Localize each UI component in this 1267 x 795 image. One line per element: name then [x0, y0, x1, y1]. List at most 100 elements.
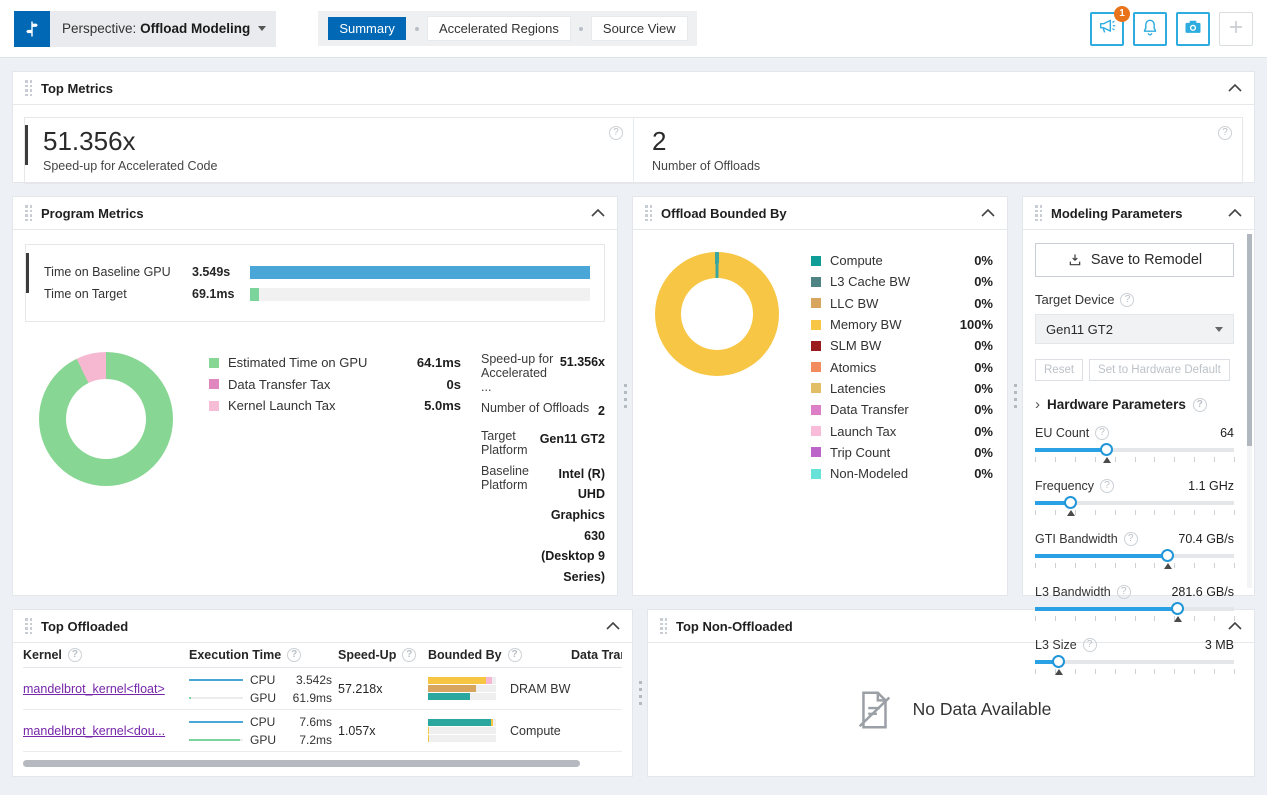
snapshot-button[interactable] — [1176, 12, 1210, 46]
tab-summary[interactable]: Summary — [328, 17, 406, 40]
panel-resize-handle[interactable] — [1014, 384, 1017, 408]
scrollbar-thumb[interactable] — [1247, 234, 1252, 446]
tab-accelerated-regions[interactable]: Accelerated Regions — [428, 17, 570, 40]
help-icon[interactable]: ? — [1218, 126, 1232, 140]
dashboard: Top Metrics 51.356xSpeed-up for Accelera… — [0, 58, 1267, 777]
drag-handle-icon[interactable] — [25, 618, 32, 634]
tick-mark — [1035, 457, 1036, 462]
target-device-select[interactable]: Gen11 GT2 — [1035, 314, 1234, 344]
panel-title: Modeling Parameters — [1051, 206, 1183, 221]
collapse-button[interactable] — [591, 209, 605, 217]
help-icon[interactable]: ? — [609, 126, 623, 140]
help-icon[interactable]: ? — [1124, 532, 1138, 546]
scrollbar-thumb[interactable] — [23, 760, 580, 767]
legend-swatch — [209, 401, 219, 411]
metric-card-speed-up-for-accelerated-code: 51.356xSpeed-up for Accelerated Code? — [25, 118, 633, 183]
slider-handle[interactable] — [1064, 496, 1077, 509]
bounded-legend-item-non-modeled: Non-Modeled0% — [811, 463, 993, 484]
drag-handle-icon[interactable] — [660, 618, 667, 634]
hardware-parameters-expander[interactable]: › Hardware Parameters ? — [1035, 397, 1234, 412]
tick-mark — [1035, 563, 1036, 568]
slider-track[interactable] — [1035, 554, 1234, 558]
legend-swatch — [811, 383, 821, 393]
help-icon[interactable]: ? — [1193, 398, 1207, 412]
caret-down-icon — [1215, 327, 1223, 332]
set-to-hardware-default-button[interactable]: Set to Hardware Default — [1089, 359, 1230, 381]
legend-label: Kernel Launch Tax — [228, 398, 424, 413]
panel-resize-handle[interactable] — [624, 384, 627, 408]
slider-handle[interactable] — [1171, 602, 1184, 615]
caret-down-icon — [258, 26, 266, 31]
slider-handle[interactable] — [1100, 443, 1113, 456]
collapse-button[interactable] — [981, 209, 995, 217]
table-row: mandelbrot_kernel<float>CPU3.542sGPU61.9… — [23, 668, 622, 710]
exec-time-fill — [189, 679, 243, 681]
reset-button[interactable]: Reset — [1035, 359, 1083, 381]
tick-mark — [1234, 510, 1235, 515]
drag-handle-icon[interactable] — [25, 80, 32, 96]
tick-mark — [1095, 563, 1096, 568]
help-icon[interactable]: ? — [1083, 638, 1097, 652]
slider-handle[interactable] — [1161, 549, 1174, 562]
slider-track[interactable] — [1035, 448, 1234, 452]
drag-handle-icon[interactable] — [1035, 205, 1042, 221]
collapse-button[interactable] — [606, 622, 620, 630]
perspective-selector[interactable]: Perspective: Offload Modeling — [14, 11, 276, 47]
help-icon[interactable]: ? — [1120, 293, 1134, 307]
kernel-link[interactable]: mandelbrot_kernel<dou... — [23, 724, 165, 738]
detail-value: Gen11 GT2 — [540, 429, 605, 457]
exec-time-track — [189, 679, 243, 681]
announcements-button[interactable]: 1 — [1090, 12, 1124, 46]
collapse-button[interactable] — [1228, 84, 1242, 92]
help-icon[interactable]: ? — [68, 648, 82, 662]
tick-mark — [1095, 457, 1096, 462]
tab-source-view[interactable]: Source View — [592, 17, 687, 40]
time-bar-fill — [250, 266, 590, 279]
time-bar-value: 69.1ms — [192, 287, 250, 301]
kernel-link[interactable]: mandelbrot_kernel<float> — [23, 682, 165, 696]
legend-swatch — [811, 298, 821, 308]
tick-mark — [1234, 669, 1235, 674]
help-icon[interactable]: ? — [287, 648, 301, 662]
legend-value: 0% — [974, 466, 993, 481]
tab-separator-dot — [579, 27, 583, 31]
modeling-parameters-panel: Modeling Parameters Save to Remodel Targ… — [1022, 196, 1255, 596]
collapse-button[interactable] — [1228, 209, 1242, 217]
legend-swatch — [811, 256, 821, 266]
slider-track[interactable] — [1035, 660, 1234, 664]
legend-value: 64.1ms — [417, 355, 461, 370]
slider-track[interactable] — [1035, 607, 1234, 611]
column-label: Execution Time — [189, 648, 281, 662]
column-label: Data Tran — [571, 648, 622, 662]
help-icon[interactable]: ? — [1095, 426, 1109, 440]
bounded-legend-item-atomics: Atomics0% — [811, 356, 993, 377]
legend-swatch — [811, 447, 821, 457]
legend-swatch — [811, 405, 821, 415]
slider-label: L3 Size — [1035, 638, 1077, 652]
drag-handle-icon[interactable] — [645, 205, 652, 221]
drag-handle-icon[interactable] — [25, 205, 32, 221]
help-icon[interactable]: ? — [402, 648, 416, 662]
bounded-by-bar — [428, 677, 496, 684]
tick-mark — [1075, 457, 1076, 462]
help-icon[interactable]: ? — [1100, 479, 1114, 493]
bar-segment — [428, 693, 470, 700]
bounded-by-bar — [428, 727, 496, 734]
panel-resize-handle[interactable] — [639, 681, 642, 705]
top-metrics-cards: 51.356xSpeed-up for Accelerated Code?2Nu… — [24, 117, 1243, 184]
legend-label: Non-Modeled — [830, 466, 974, 481]
panel-title: Offload Bounded By — [661, 206, 787, 221]
exec-time-track — [189, 739, 243, 741]
slider-eu-count: EU Count?64 — [1035, 426, 1234, 465]
help-icon[interactable]: ? — [1117, 585, 1131, 599]
legend-value: 100% — [960, 317, 993, 332]
slider-track[interactable] — [1035, 501, 1234, 505]
notifications-button[interactable] — [1133, 12, 1167, 46]
save-to-remodel-button[interactable]: Save to Remodel — [1035, 243, 1234, 277]
legend-swatch — [811, 362, 821, 372]
slider-handle[interactable] — [1052, 655, 1065, 668]
help-icon[interactable]: ? — [508, 648, 522, 662]
time-legend-item-estimated-time-on-gpu: Estimated Time on GPU64.1ms — [209, 352, 461, 374]
tick-mark — [1154, 457, 1155, 462]
slider-fill — [1035, 554, 1168, 558]
